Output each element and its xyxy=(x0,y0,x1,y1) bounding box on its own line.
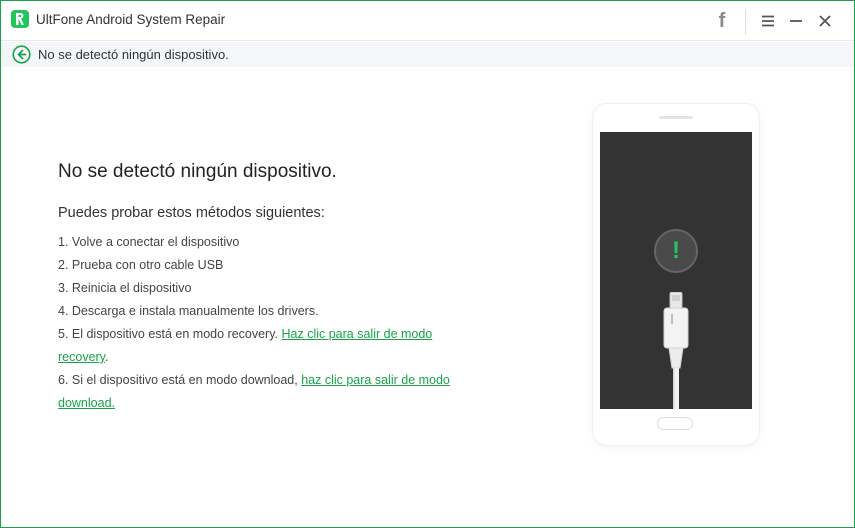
phone-home-button xyxy=(657,417,693,430)
minimize-icon[interactable] xyxy=(785,1,807,41)
status-text: No se detectó ningún dispositivo. xyxy=(38,47,229,62)
alert-symbol: ! xyxy=(672,237,680,264)
phone-illustration: ! xyxy=(593,104,759,445)
status-bar: No se detectó ningún dispositivo. xyxy=(1,42,854,67)
phone-screen: ! xyxy=(600,132,752,409)
app-title: UltFone Android System Repair xyxy=(36,12,226,27)
steps-list: 1. Volve a conectar el dispositivo 2. Pr… xyxy=(58,231,478,415)
list-item: 3. Reinicia el dispositivo xyxy=(58,281,192,295)
phone-speaker xyxy=(659,116,693,119)
titlebar-divider xyxy=(745,9,746,35)
facebook-icon[interactable]: f xyxy=(709,1,735,41)
list-item: 5. El dispositivo está en modo recovery.… xyxy=(58,327,433,364)
app-logo-icon xyxy=(11,10,29,28)
list-item: 6. Si el dispositivo está en modo downlo… xyxy=(58,373,450,410)
methods-subtitle: Puedes probar estos métodos siguientes: xyxy=(58,205,325,221)
menu-icon[interactable] xyxy=(757,1,779,41)
app-window: UltFone Android System Repair f No se de… xyxy=(0,0,855,528)
usb-cable-icon xyxy=(663,292,689,409)
back-arrow-icon[interactable] xyxy=(12,45,31,64)
title-bar: UltFone Android System Repair f xyxy=(1,1,854,41)
list-item: 2. Prueba con otro cable USB xyxy=(58,258,224,272)
page-title: No se detectó ningún dispositivo. xyxy=(58,161,337,182)
list-item: 1. Volve a conectar el dispositivo xyxy=(58,235,240,249)
list-item: 4. Descarga e instala manualmente los dr… xyxy=(58,304,319,318)
alert-icon: ! xyxy=(654,229,698,273)
close-icon[interactable] xyxy=(814,1,836,41)
